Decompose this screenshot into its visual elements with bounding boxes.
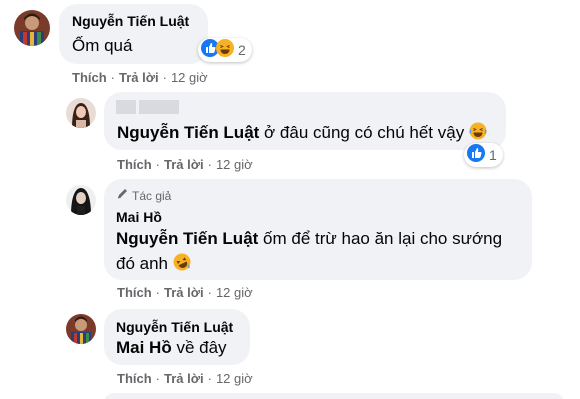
comment-bubble: Nguyễn Tiến Luật ở đâu cũng có chú hết v… bbox=[104, 92, 506, 150]
comment-author[interactable]: Mai Hồ bbox=[116, 209, 162, 225]
reaction-summary[interactable]: 1 bbox=[464, 143, 503, 167]
reply-link[interactable]: Trả lời bbox=[119, 70, 159, 85]
author-badge: Tác giả bbox=[116, 188, 171, 203]
timestamp[interactable]: 12 giờ bbox=[171, 70, 208, 85]
haha-reaction-icon bbox=[216, 38, 234, 62]
comment-bubble: Tác giả Mai Hồ Nguyễn Tiến Luật ốm để tr… bbox=[104, 179, 532, 280]
like-link[interactable]: Thích bbox=[117, 285, 152, 300]
reaction-count: 2 bbox=[238, 42, 246, 58]
avatar[interactable] bbox=[66, 314, 96, 344]
blurred-author bbox=[116, 100, 182, 119]
rofl-emoji-icon bbox=[173, 253, 191, 276]
comment-actions: Thích · Trả lời · 12 giờ bbox=[72, 70, 208, 85]
comment-author[interactable]: Nguyễn Tiến Luật bbox=[72, 13, 189, 29]
comment-text: Nguyễn Tiến Luật ở đâu cũng có chú hết v… bbox=[117, 122, 487, 145]
comment-bubble: Nguyễn Tiến Luật Mai Hồ về đây bbox=[104, 309, 250, 365]
reply-link[interactable]: Trả lời bbox=[164, 157, 204, 172]
mention-link[interactable]: Nguyễn Tiến Luật bbox=[117, 123, 259, 142]
comment-text-line2: đó anh bbox=[116, 253, 191, 276]
comment-actions: Thích · Trả lời · 12 giờ bbox=[117, 157, 253, 172]
avatar[interactable] bbox=[66, 185, 96, 215]
reaction-count: 1 bbox=[489, 147, 497, 163]
avatar[interactable] bbox=[14, 10, 50, 46]
laughing-emoji-icon bbox=[469, 122, 487, 145]
comment-author[interactable]: Nguyễn Tiến Luật bbox=[116, 319, 233, 335]
comment-bubble-partial bbox=[104, 393, 564, 399]
like-link[interactable]: Thích bbox=[72, 70, 107, 85]
like-link[interactable]: Thích bbox=[117, 157, 152, 172]
avatar[interactable] bbox=[66, 98, 96, 128]
timestamp[interactable]: 12 giờ bbox=[216, 285, 253, 300]
mention-link[interactable]: Mai Hồ bbox=[116, 338, 172, 357]
comment-bubble: Nguyễn Tiến Luật Ốm quá bbox=[59, 4, 208, 64]
like-reaction-icon bbox=[467, 143, 485, 167]
reply-link[interactable]: Trả lời bbox=[164, 371, 204, 386]
timestamp[interactable]: 12 giờ bbox=[216, 157, 253, 172]
reaction-summary[interactable]: 2 bbox=[198, 38, 252, 62]
comment-text: Mai Hồ về đây bbox=[116, 338, 227, 357]
reply-link[interactable]: Trả lời bbox=[164, 285, 204, 300]
comment-actions: Thích · Trả lời · 12 giờ bbox=[117, 285, 253, 300]
pen-icon bbox=[116, 188, 128, 203]
comment-text: Ốm quá bbox=[72, 36, 133, 55]
comment-actions: Thích · Trả lời · 12 giờ bbox=[117, 371, 253, 386]
comment-text: Nguyễn Tiến Luật ốm để trừ hao ăn lại ch… bbox=[116, 229, 503, 248]
like-link[interactable]: Thích bbox=[117, 371, 152, 386]
timestamp[interactable]: 12 giờ bbox=[216, 371, 253, 386]
mention-link[interactable]: Nguyễn Tiến Luật bbox=[116, 229, 258, 248]
